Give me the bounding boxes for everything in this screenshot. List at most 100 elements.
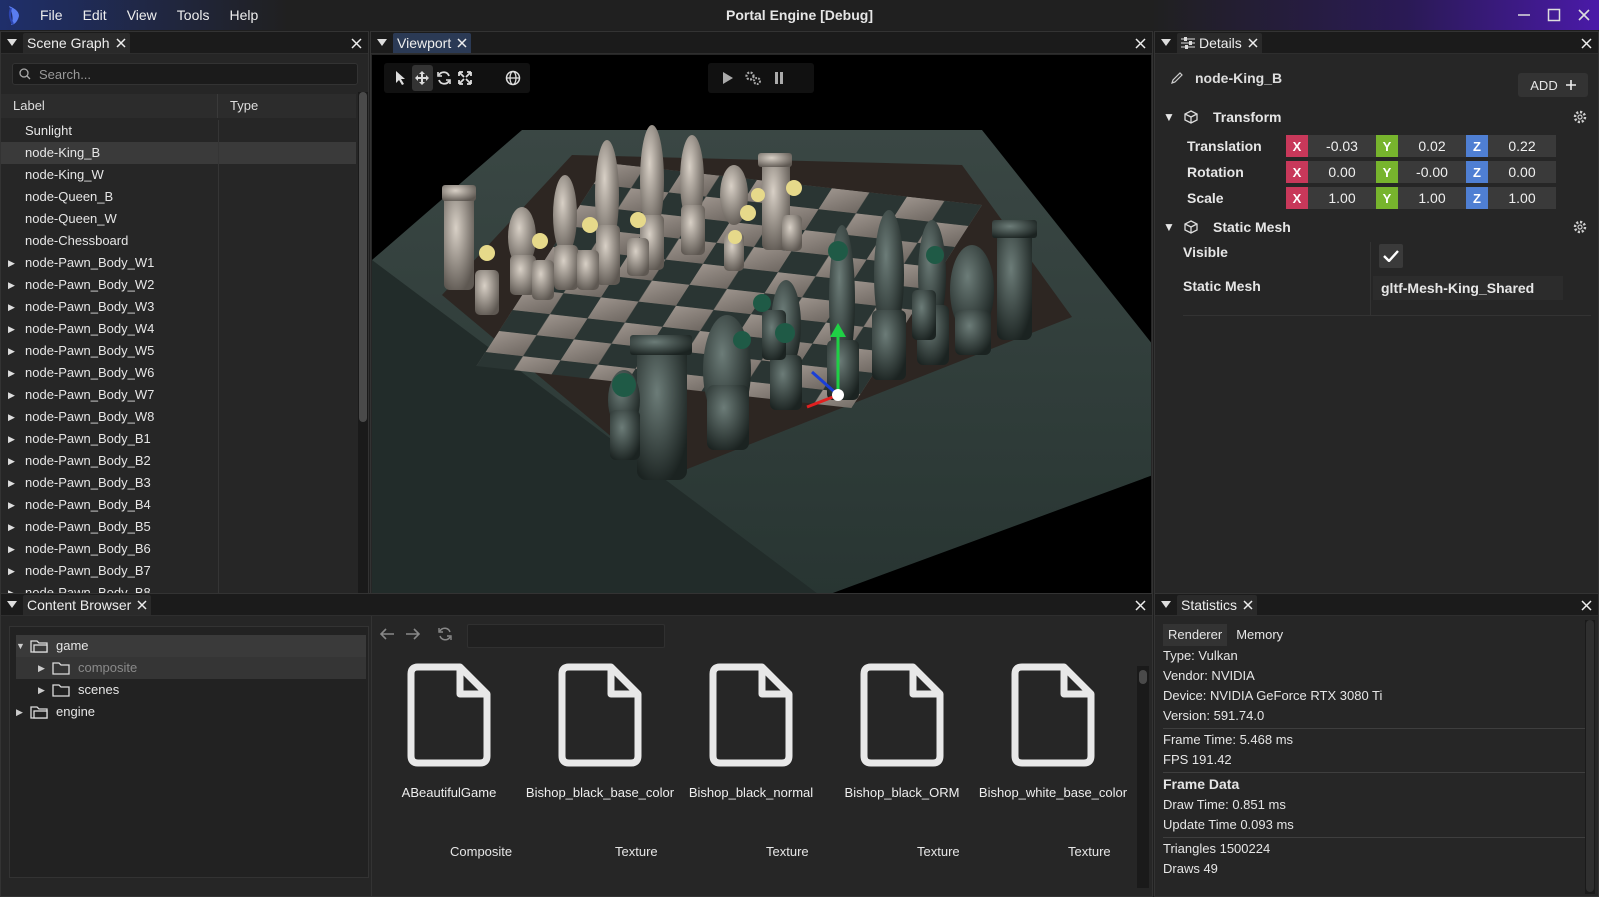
menu-view[interactable]: View — [117, 0, 167, 30]
tree-item-scenes[interactable]: ▶ scenes — [16, 679, 366, 701]
scene-tree-row[interactable]: ▶ node-Pawn_Body_W2 — [1, 274, 356, 296]
rotate-tool-button[interactable] — [433, 65, 455, 91]
gear-icon[interactable] — [1572, 219, 1588, 238]
minimize-button[interactable] — [1509, 0, 1539, 30]
panel-close-icon[interactable] — [1132, 597, 1148, 613]
panel-menu-arrow-icon[interactable] — [371, 32, 393, 54]
panel-menu-arrow-icon[interactable] — [1155, 32, 1177, 54]
rotation-z-field[interactable]: 0.00 — [1488, 161, 1556, 183]
transform-section-header[interactable]: ▼ Transform — [1163, 106, 1590, 128]
scrollbar-thumb[interactable] — [1586, 620, 1594, 892]
scene-tree-row[interactable]: node-Queen_B — [1, 186, 356, 208]
panel-menu-arrow-icon[interactable] — [1, 32, 23, 54]
tab-viewport[interactable]: Viewport — [393, 32, 472, 53]
tree-item-composite[interactable]: ▶ composite — [16, 657, 366, 679]
asset-tile[interactable]: Bishop_black_ORM — [827, 662, 977, 801]
content-path-field[interactable] — [467, 624, 665, 648]
expand-arrow-icon[interactable]: ▶ — [8, 472, 15, 494]
scene-tree-row[interactable]: ▶ node-Pawn_Body_B3 — [1, 472, 356, 494]
static-mesh-section-header[interactable]: ▼ Static Mesh — [1163, 216, 1590, 238]
select-tool-button[interactable] — [390, 65, 412, 91]
scrollbar-thumb[interactable] — [1139, 670, 1147, 684]
scene-tree-row[interactable]: node-King_W — [1, 164, 356, 186]
tree-item-game[interactable]: ▼ game — [16, 635, 366, 657]
close-icon[interactable] — [457, 37, 467, 48]
scene-tree-row[interactable]: ▶ node-Pawn_Body_B4 — [1, 494, 356, 516]
chess-scene-render[interactable] — [372, 55, 1151, 595]
back-arrow-icon[interactable] — [379, 627, 395, 644]
asset-tile[interactable]: Bishop_black_normal — [676, 662, 826, 801]
tree-item-engine[interactable]: ▶ engine — [16, 701, 366, 723]
scale-z-field[interactable]: 1.00 — [1488, 187, 1556, 209]
tab-statistics[interactable]: Statistics — [1177, 594, 1258, 615]
scene-tree-row[interactable]: ▶ node-Pawn_Body_W1 — [1, 252, 356, 274]
scene-tree-row[interactable]: Sunlight — [1, 120, 356, 142]
menu-tools[interactable]: Tools — [167, 0, 220, 30]
panel-close-icon[interactable] — [348, 35, 364, 51]
asset-tile[interactable]: ABeautifulGame — [374, 662, 524, 801]
expand-arrow-icon[interactable]: ▶ — [8, 538, 15, 560]
close-icon[interactable] — [137, 599, 147, 610]
gear-icon[interactable] — [1572, 109, 1588, 128]
entity-name[interactable]: node-King_B — [1195, 70, 1282, 86]
translation-y-field[interactable]: 0.02 — [1398, 135, 1466, 157]
translation-x-field[interactable]: -0.03 — [1308, 135, 1376, 157]
scene-tree-row[interactable]: ▶ node-Pawn_Body_B6 — [1, 538, 356, 560]
scene-tree-row[interactable]: ▶ node-Pawn_Body_B7 — [1, 560, 356, 582]
maximize-button[interactable] — [1539, 0, 1569, 30]
scene-tree-row[interactable]: node-King_B — [1, 142, 356, 164]
scene-tree-row[interactable]: ▶ node-Pawn_Body_W4 — [1, 318, 356, 340]
scale-x-field[interactable]: 1.00 — [1308, 187, 1376, 209]
scene-scrollbar[interactable] — [358, 92, 368, 596]
add-component-button[interactable]: ADD — [1518, 73, 1588, 97]
expand-arrow-icon[interactable]: ▶ — [16, 701, 30, 723]
expand-arrow-icon[interactable]: ▶ — [8, 384, 15, 406]
menu-help[interactable]: Help — [219, 0, 268, 30]
visible-checkbox[interactable] — [1379, 244, 1403, 268]
expand-arrow-icon[interactable]: ▶ — [8, 516, 15, 538]
rotation-x-field[interactable]: 0.00 — [1308, 161, 1376, 183]
expand-arrow-icon[interactable]: ▶ — [8, 296, 15, 318]
expand-arrow-icon[interactable]: ▶ — [8, 274, 15, 296]
asset-tile[interactable]: Bishop_black_base_color — [525, 662, 675, 801]
scale-y-field[interactable]: 1.00 — [1398, 187, 1466, 209]
scene-tree-row[interactable]: ▶ node-Pawn_Body_W8 — [1, 406, 356, 428]
scene-tree-row[interactable]: ▶ node-Pawn_Body_W3 — [1, 296, 356, 318]
close-window-button[interactable] — [1569, 0, 1599, 30]
scene-tree-row[interactable]: ▶ node-Pawn_Body_B2 — [1, 450, 356, 472]
expand-arrow-icon[interactable]: ▶ — [8, 428, 15, 450]
close-icon[interactable] — [1248, 37, 1258, 48]
pause-button[interactable] — [766, 65, 792, 91]
play-button[interactable] — [714, 65, 740, 91]
expand-arrow-icon[interactable]: ▶ — [38, 657, 52, 679]
close-icon[interactable] — [1243, 599, 1253, 610]
expand-arrow-icon[interactable]: ▶ — [8, 362, 15, 384]
panel-menu-arrow-icon[interactable] — [1, 594, 23, 616]
panel-close-icon[interactable] — [1132, 35, 1148, 51]
scene-tree-row[interactable]: ▶ node-Pawn_Body_B5 — [1, 516, 356, 538]
asset-scrollbar[interactable] — [1137, 666, 1149, 888]
tab-content-browser[interactable]: Content Browser — [23, 594, 152, 615]
tab-details[interactable]: Details — [1177, 32, 1262, 53]
search-input[interactable] — [39, 66, 339, 82]
forward-arrow-icon[interactable] — [405, 627, 421, 644]
expand-arrow-icon[interactable]: ▶ — [8, 560, 15, 582]
tab-memory[interactable]: Memory — [1231, 624, 1288, 646]
scene-tree-row[interactable]: node-Chessboard — [1, 230, 356, 252]
scrollbar-thumb[interactable] — [359, 92, 367, 422]
expand-arrow-icon[interactable]: ▶ — [38, 679, 52, 701]
expand-arrow-icon[interactable]: ▶ — [8, 450, 15, 472]
column-header-type[interactable]: Type — [218, 94, 258, 118]
viewport-canvas[interactable] — [372, 55, 1151, 595]
expand-arrow-icon[interactable]: ▼ — [16, 635, 30, 657]
expand-arrow-icon[interactable]: ▶ — [8, 340, 15, 362]
close-icon[interactable] — [115, 37, 126, 48]
rotation-y-field[interactable]: -0.00 — [1398, 161, 1466, 183]
pencil-icon[interactable] — [1171, 72, 1183, 84]
tab-renderer[interactable]: Renderer — [1163, 624, 1228, 646]
scene-tree-row[interactable]: node-Queen_W — [1, 208, 356, 230]
scene-tree-row[interactable]: ▶ node-Pawn_Body_W7 — [1, 384, 356, 406]
menu-edit[interactable]: Edit — [73, 0, 117, 30]
simulate-settings-button[interactable] — [740, 65, 766, 91]
asset-tile[interactable]: Bishop_white_base_color — [978, 662, 1128, 801]
